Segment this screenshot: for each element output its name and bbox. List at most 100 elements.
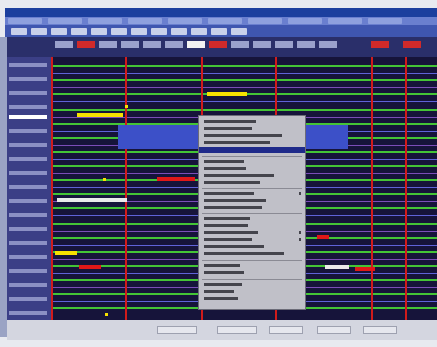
context-menu-item[interactable]	[204, 252, 284, 255]
context-menu-item[interactable]	[204, 206, 262, 209]
period-divider	[51, 57, 53, 320]
timeline-header-cell[interactable]	[253, 41, 271, 48]
toolbar-button[interactable]	[51, 27, 67, 35]
toolbar-button[interactable]	[231, 27, 247, 35]
timeline-header-cell[interactable]	[99, 41, 117, 48]
schedule-block[interactable]	[207, 92, 247, 96]
timeline-header-cell[interactable]	[297, 41, 315, 48]
menu-item-6[interactable]	[208, 18, 242, 24]
row-label[interactable]	[9, 91, 47, 95]
timeline-header-cell[interactable]	[209, 41, 227, 48]
row-label[interactable]	[9, 77, 47, 81]
timeline-header-cell[interactable]	[55, 41, 73, 48]
menu-item-10[interactable]	[368, 18, 402, 24]
row-label[interactable]	[9, 227, 47, 231]
timeline-header-cell[interactable]	[231, 41, 249, 48]
row-label[interactable]	[9, 157, 47, 161]
context-menu-item[interactable]	[204, 245, 264, 248]
context-menu-item[interactable]	[204, 238, 252, 241]
context-menu-item[interactable]	[204, 264, 240, 267]
toolbar-button[interactable]	[91, 27, 107, 35]
context-menu-item[interactable]	[204, 283, 242, 286]
row-label[interactable]	[9, 105, 47, 109]
toolbar-button[interactable]	[131, 27, 147, 35]
context-menu-separator	[202, 188, 302, 189]
context-menu-item[interactable]	[204, 174, 274, 177]
timeline-header-cell[interactable]	[403, 41, 421, 48]
toolbar-button[interactable]	[171, 27, 187, 35]
timeline-row-bar	[51, 79, 437, 81]
schedule-block[interactable]	[77, 113, 123, 117]
row-label[interactable]	[9, 213, 47, 217]
context-menu-item[interactable]	[204, 224, 248, 227]
menu-item-1[interactable]	[8, 18, 42, 24]
event-marker[interactable]	[105, 313, 108, 316]
event-marker[interactable]	[103, 178, 106, 181]
menu-item-2[interactable]	[48, 18, 82, 24]
context-menu-item[interactable]	[204, 160, 244, 163]
context-menu-item[interactable]	[204, 141, 270, 144]
menu-item-5[interactable]	[168, 18, 202, 24]
context-menu-item[interactable]	[204, 199, 266, 202]
schedule-block[interactable]	[325, 265, 349, 269]
context-menu-item-highlighted[interactable]	[199, 147, 305, 153]
toolbar-button[interactable]	[111, 27, 127, 35]
context-menu-item[interactable]	[204, 271, 244, 274]
toolbar-button[interactable]	[211, 27, 227, 35]
row-label[interactable]	[9, 185, 47, 189]
schedule-block[interactable]	[57, 198, 127, 202]
context-menu-item[interactable]	[204, 167, 246, 170]
schedule-block[interactable]	[355, 267, 375, 271]
context-menu-item[interactable]	[204, 217, 250, 220]
row-label[interactable]	[9, 241, 47, 245]
menu-bar	[5, 17, 437, 25]
schedule-block[interactable]	[79, 265, 101, 269]
timeline-header-cell[interactable]	[143, 41, 161, 48]
toolbar-button[interactable]	[31, 27, 47, 35]
row-label[interactable]	[9, 311, 47, 315]
context-menu-item[interactable]	[204, 297, 238, 300]
context-menu-item[interactable]	[204, 134, 282, 137]
context-menu-item[interactable]	[204, 192, 254, 195]
row-label[interactable]	[9, 199, 47, 203]
schedule-block[interactable]	[55, 251, 77, 255]
timeline-header-cell[interactable]	[371, 41, 389, 48]
menu-item-7[interactable]	[248, 18, 282, 24]
toolbar-button[interactable]	[71, 27, 87, 35]
row-label[interactable]	[9, 255, 47, 259]
context-menu-item[interactable]	[204, 127, 252, 130]
row-label-column	[7, 57, 51, 320]
timeline-row-bar	[51, 87, 437, 88]
menu-item-8[interactable]	[288, 18, 322, 24]
row-label[interactable]	[9, 297, 47, 301]
schedule-block[interactable]	[157, 177, 195, 181]
timeline-header-cell[interactable]	[319, 41, 337, 48]
timeline-header-cell[interactable]	[187, 41, 205, 48]
toolbar-button[interactable]	[151, 27, 167, 35]
row-label-selected[interactable]	[9, 115, 47, 119]
row-label[interactable]	[9, 129, 47, 133]
row-label[interactable]	[9, 171, 47, 175]
row-label[interactable]	[9, 283, 47, 287]
timeline-header-cell[interactable]	[275, 41, 293, 48]
menu-item-3[interactable]	[88, 18, 122, 24]
timeline-header-cell[interactable]	[165, 41, 183, 48]
timeline-row-bar	[51, 109, 437, 111]
toolbar-button[interactable]	[191, 27, 207, 35]
context-menu[interactable]	[198, 115, 306, 310]
schedule-block[interactable]	[317, 235, 329, 239]
context-menu-item[interactable]	[204, 181, 260, 184]
menu-item-4[interactable]	[128, 18, 162, 24]
context-menu-item[interactable]	[204, 120, 256, 123]
event-marker[interactable]	[125, 105, 128, 108]
row-label[interactable]	[9, 63, 47, 67]
menu-item-9[interactable]	[328, 18, 362, 24]
context-menu-item[interactable]	[204, 231, 258, 234]
context-menu-item[interactable]	[204, 290, 234, 293]
timeline-header-cell[interactable]	[77, 41, 95, 48]
row-label[interactable]	[9, 143, 47, 147]
toolbar-button[interactable]	[11, 27, 27, 35]
row-label[interactable]	[9, 269, 47, 273]
context-menu-separator	[202, 279, 302, 280]
timeline-header-cell[interactable]	[121, 41, 139, 48]
